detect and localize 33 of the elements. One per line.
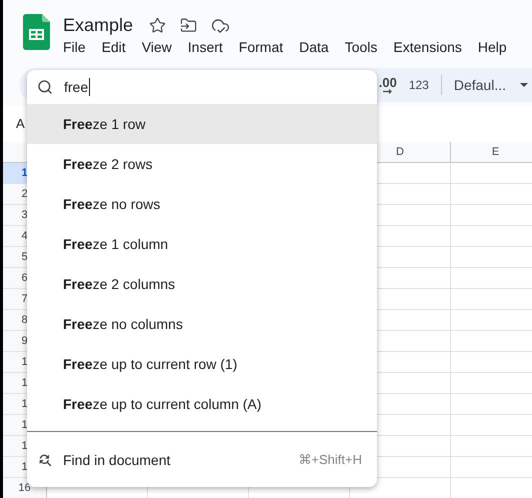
menu-item[interactable]: Insert bbox=[186, 37, 224, 57]
number-format-button[interactable]: 123 bbox=[408, 76, 429, 94]
menu-option[interactable]: Freeze 1 row bbox=[27, 104, 377, 144]
font-dropdown[interactable]: Defaul... bbox=[454, 74, 528, 96]
search-field[interactable]: free bbox=[27, 70, 377, 104]
menu-item[interactable]: Data bbox=[298, 37, 330, 57]
menu-item[interactable]: Extensions bbox=[392, 37, 463, 57]
name-box[interactable]: A bbox=[16, 114, 25, 134]
increase-decimal-button[interactable]: .00 bbox=[378, 76, 397, 94]
menu-option[interactable]: Freeze up to current column (A) bbox=[27, 384, 377, 424]
caret-icon bbox=[520, 83, 528, 87]
menu-item[interactable]: Help bbox=[476, 37, 508, 57]
find-replace-icon bbox=[37, 452, 53, 468]
star-icon[interactable] bbox=[149, 16, 166, 34]
menu-option[interactable]: Freeze no rows bbox=[27, 184, 377, 224]
menu-item[interactable]: Edit bbox=[100, 37, 127, 57]
search-icon bbox=[37, 79, 53, 95]
spreadsheet-logo-icon[interactable] bbox=[23, 14, 50, 50]
move-folder-icon[interactable] bbox=[180, 16, 198, 34]
menu-option[interactable]: Freeze 1 column bbox=[27, 224, 377, 264]
menu-option[interactable]: Freeze up to current row (1) bbox=[27, 344, 377, 384]
document-title[interactable]: Example bbox=[63, 12, 134, 38]
menu-option[interactable]: Freeze no columns bbox=[27, 304, 377, 344]
menu-item[interactable]: Tools bbox=[344, 37, 378, 57]
menu-item[interactable]: File bbox=[62, 37, 87, 57]
shortcut-hint: ⌘+Shift+H bbox=[298, 451, 362, 470]
column-header[interactable]: D bbox=[396, 144, 404, 160]
menu-item[interactable]: Format bbox=[238, 37, 284, 57]
menu-option[interactable]: Freeze 2 columns bbox=[27, 264, 377, 304]
column-header[interactable]: E bbox=[492, 144, 500, 160]
arrow-right-icon bbox=[382, 89, 393, 94]
menu-option[interactable]: Freeze 2 rows bbox=[27, 144, 377, 184]
menu-item[interactable]: View bbox=[140, 37, 173, 57]
